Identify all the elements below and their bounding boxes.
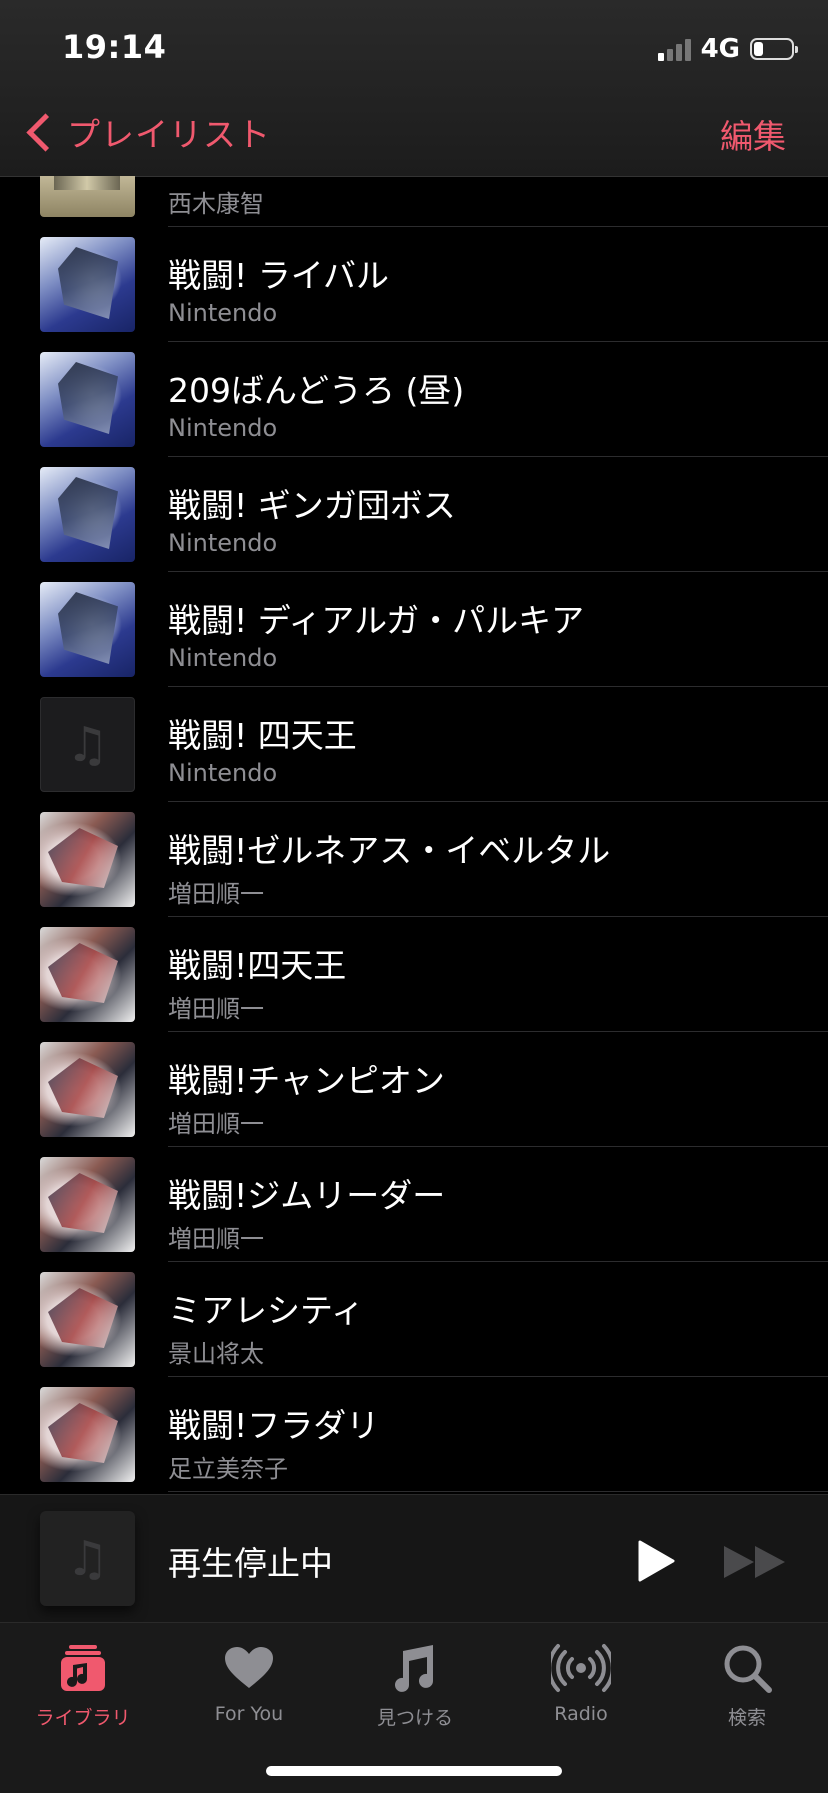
track-row[interactable]: 戦闘! ライバル Nintendo <box>0 227 828 342</box>
album-artwork <box>40 1157 135 1252</box>
track-artist: 足立美奈子 <box>168 1455 288 1483</box>
mini-player[interactable]: ♫ 再生停止中 <box>0 1494 828 1623</box>
fast-forward-icon[interactable] <box>722 1543 788 1581</box>
track-row[interactable]: 戦闘!ジムリーダー増田順一 <box>0 1147 828 1262</box>
album-artwork <box>40 176 135 217</box>
track-title: 戦闘! 四天王 <box>168 716 357 755</box>
tab-label: For You <box>214 1703 284 1725</box>
track-title: 戦闘!四天王 <box>168 946 347 985</box>
album-artwork <box>40 1272 135 1367</box>
library-icon <box>61 1645 105 1691</box>
radio-icon <box>551 1644 611 1692</box>
track-artist: Nintendo <box>168 759 278 787</box>
track-title: 戦闘!ゼルネアス・イベルタル <box>168 831 611 870</box>
album-artwork <box>40 1042 135 1137</box>
track-title: ミアレシティ <box>168 1291 365 1330</box>
tab-library[interactable]: ライブラリ <box>0 1639 166 1739</box>
track-list: 西木康智戦闘! ライバル Nintendo 209ばんどうろ (昼) Nintendo… <box>0 176 828 1494</box>
edit-button[interactable]: 編集 <box>720 110 786 158</box>
album-artwork <box>40 582 135 677</box>
music-note-icon: ♫ <box>65 716 110 773</box>
track-row[interactable]: 戦闘!チャンピオン増田順一 <box>0 1032 828 1147</box>
tab-browse[interactable]: 見つける <box>332 1639 498 1739</box>
track-row[interactable]: ミアレシティ景山将太 <box>0 1262 828 1377</box>
track-row[interactable]: ♫ 戦闘! 四天王 Nintendo <box>0 687 828 802</box>
track-row[interactable]: 戦闘!四天王増田順一 <box>0 917 828 1032</box>
tab-label: ライブラリ <box>35 1707 131 1729</box>
album-artwork <box>40 237 135 332</box>
play-icon[interactable] <box>636 1539 676 1583</box>
track-artist: 増田順一 <box>168 880 264 908</box>
track-title: 戦闘! ディアルガ・パルキア <box>168 601 585 640</box>
header: 19:14 4G プレイリスト 編集 <box>0 0 828 177</box>
tab-label: 見つける <box>376 1707 453 1729</box>
track-row[interactable]: 戦闘! ディアルガ・パルキア Nintendo <box>0 572 828 687</box>
track-artist: 増田順一 <box>168 1110 264 1138</box>
track-row[interactable]: 西木康智 <box>0 176 828 227</box>
track-title: 戦闘!フラダリ <box>168 1406 380 1445</box>
tab-radio[interactable]: Radio <box>498 1639 664 1739</box>
album-artwork: ♫ <box>40 697 135 792</box>
tab-label: 検索 <box>727 1707 766 1729</box>
track-row[interactable]: 戦闘!ゼルネアス・イベルタル増田順一 <box>0 802 828 917</box>
track-artist: 景山将太 <box>168 1340 264 1368</box>
track-artist: Nintendo <box>168 299 278 327</box>
track-row[interactable]: 戦闘!フラダリ足立美奈子 <box>0 1377 828 1492</box>
music-note-icon: ♫ <box>65 1530 110 1587</box>
status-indicators: 4G <box>657 32 798 66</box>
track-artist: 西木康智 <box>168 190 264 218</box>
track-title: 209ばんどうろ (昼) <box>168 371 465 410</box>
search-icon <box>724 1645 772 1693</box>
back-button[interactable]: プレイリスト <box>22 108 271 156</box>
track-title: 戦闘!チャンピオン <box>168 1061 445 1100</box>
track-row[interactable]: 戦闘! ギンガ団ボス Nintendo <box>0 457 828 572</box>
status-time: 19:14 <box>62 28 167 66</box>
track-artist: Nintendo <box>168 529 278 557</box>
album-artwork <box>40 927 135 1022</box>
back-label: プレイリスト <box>67 115 271 154</box>
album-artwork <box>40 812 135 907</box>
track-row[interactable]: 209ばんどうろ (昼) Nintendo <box>0 342 828 457</box>
track-artist: 増田順一 <box>168 1225 264 1253</box>
album-artwork <box>40 352 135 447</box>
track-title: 戦闘! ギンガ団ボス <box>168 486 456 525</box>
tab-label: Radio <box>554 1703 608 1725</box>
track-title: 戦闘! ライバル <box>168 256 390 295</box>
row-divider <box>168 1491 828 1492</box>
tab-search[interactable]: 検索 <box>664 1639 828 1739</box>
signal-icon <box>657 37 691 61</box>
track-artist: Nintendo <box>168 644 278 672</box>
album-artwork <box>40 467 135 562</box>
battery-icon <box>750 38 798 60</box>
mini-player-artwork: ♫ <box>40 1511 135 1606</box>
track-title: 戦闘!ジムリーダー <box>168 1176 446 1215</box>
tab-for-you[interactable]: For You <box>166 1639 332 1739</box>
track-artist: Nintendo <box>168 414 278 442</box>
music-note-icon <box>395 1645 433 1692</box>
heart-icon <box>225 1647 273 1688</box>
mini-player-title: 再生停止中 <box>168 1544 333 1583</box>
home-indicator[interactable] <box>266 1766 562 1776</box>
album-artwork <box>40 1387 135 1482</box>
network-type: 4G <box>700 34 740 64</box>
track-artist: 増田順一 <box>168 995 264 1023</box>
chevron-left-icon <box>26 112 65 152</box>
